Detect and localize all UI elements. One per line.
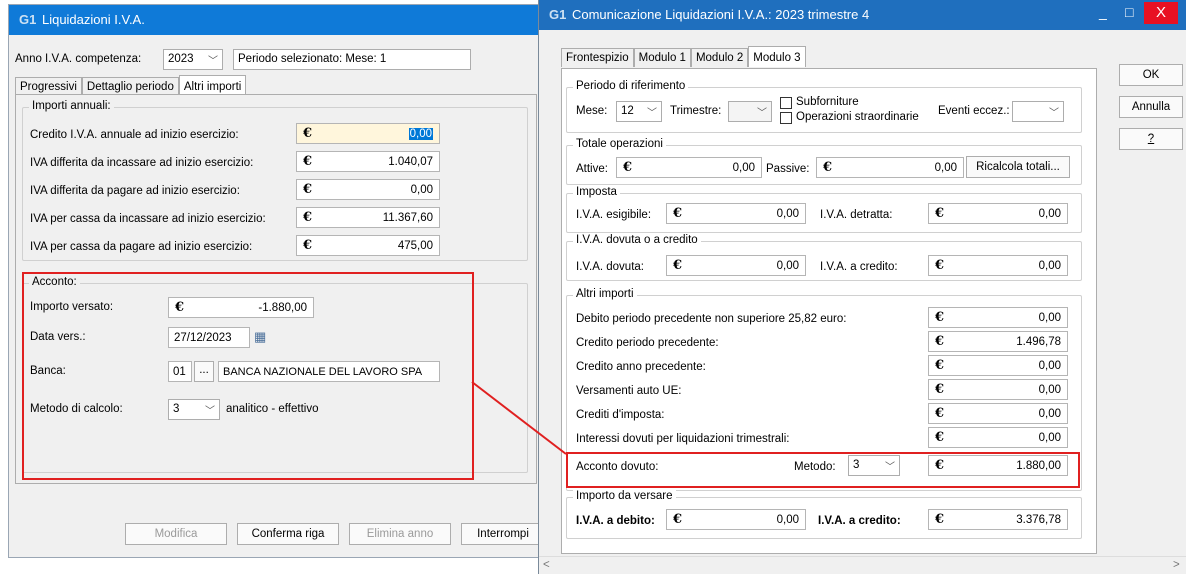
comunicazione-titlebar: G1 Comunicazione Liquidazioni I.V.A.: 20… (539, 0, 1186, 30)
totale-title: Totale operazioni (573, 138, 666, 150)
tab-modulo-3[interactable]: Modulo 3 (748, 46, 806, 67)
credito-periodo-precedente-field[interactable]: €1.496,78 (928, 331, 1068, 352)
interrompi-button[interactable]: Interrompi (461, 523, 545, 545)
anno-label: Anno I.V.A. competenza: (15, 53, 142, 65)
dovuta-title: I.V.A. dovuta o a credito (573, 234, 701, 246)
ricalcola-totali-button[interactable]: Ricalcola totali... (966, 156, 1070, 178)
iva-differita-incassare-field[interactable]: €1.040,07 (296, 151, 440, 172)
conferma-riga-button[interactable]: Conferma riga (237, 523, 339, 545)
altri-row-label: Interessi dovuti per liquidazioni trimes… (576, 433, 790, 445)
tab-altri-importi[interactable]: Altri importi (178, 75, 247, 96)
eventi-label: Eventi eccez.: (938, 105, 1010, 117)
altri-row-label: Credito periodo precedente: (576, 337, 719, 349)
annual-row-label: IVA differita da pagare ad inizio eserci… (30, 185, 240, 197)
mese-label: Mese: (576, 105, 608, 117)
subforniture-checkbox[interactable] (780, 97, 792, 109)
annual-row-label: IVA differita da incassare ad inizio ese… (30, 157, 254, 169)
scroll-left-icon[interactable]: < (543, 559, 550, 571)
altri-importi-title: Altri importi (573, 288, 637, 300)
credito-field[interactable]: €0,00 (928, 255, 1068, 276)
passive-label: Passive: (766, 163, 810, 175)
crediti-imposta-field[interactable]: €0,00 (928, 403, 1068, 424)
mese-select[interactable]: 12 ﹀ (616, 101, 662, 122)
subforniture-label: Subforniture (796, 96, 859, 108)
iva-credito-label: I.V.A. a credito: (818, 515, 901, 527)
anno-select[interactable]: 2023 ﹀ (163, 49, 223, 70)
trimestre-label: Trimestre: (670, 105, 722, 117)
tabs-left: Progressivi Dettaglio periodo Altri impo… (15, 75, 247, 96)
trimestre-select[interactable]: ﹀ (728, 101, 772, 122)
attive-label: Attive: (576, 163, 608, 175)
help-button[interactable]: ? (1119, 128, 1183, 150)
operazioni-straordinarie-label: Operazioni straordinarie (796, 111, 919, 123)
versamenti-auto-ue-field[interactable]: €0,00 (928, 379, 1068, 400)
esigibile-label: I.V.A. esigibile: (576, 209, 652, 221)
maximize-button[interactable]: □ (1125, 4, 1133, 20)
altri-row-label: Crediti d'imposta: (576, 409, 665, 421)
chevron-down-icon: ﹀ (757, 108, 767, 119)
periodo-title: Periodo di riferimento (573, 80, 689, 92)
chevron-down-icon: ﹀ (208, 56, 218, 67)
chevron-down-icon: ﹀ (647, 108, 657, 119)
annual-row-label: IVA per cassa da incassare ad inizio ese… (30, 213, 266, 225)
dovuta-field[interactable]: €0,00 (666, 255, 806, 276)
detratta-field[interactable]: €0,00 (928, 203, 1068, 224)
window-title: Comunicazione Liquidazioni I.V.A.: 2023 … (571, 7, 870, 22)
importi-annuali-title: Importi annuali: (29, 100, 114, 112)
credito-annuale-field[interactable]: €0,00 (296, 123, 440, 144)
debito-precedente-field[interactable]: €0,00 (928, 307, 1068, 328)
iva-credito-field[interactable]: €3.376,78 (928, 509, 1068, 530)
highlight-acconto-left (22, 272, 474, 480)
imposta-title: Imposta (573, 186, 620, 198)
app-logo-icon: G1 (19, 12, 37, 27)
tabs-right: Frontespizio Modulo 1 Modulo 2 Modulo 3 (561, 46, 806, 67)
tab-modulo-2[interactable]: Modulo 2 (690, 48, 749, 67)
horizontal-scrollbar[interactable]: < > (539, 556, 1186, 574)
iva-cassa-pagare-field[interactable]: €475,00 (296, 235, 440, 256)
app-logo-icon: G1 (549, 7, 567, 22)
esigibile-field[interactable]: €0,00 (666, 203, 806, 224)
window-title: Liquidazioni I.V.A. (41, 12, 145, 27)
annulla-button[interactable]: Annulla (1119, 96, 1183, 118)
scroll-right-icon[interactable]: > (1173, 559, 1180, 571)
modifica-button[interactable]: Modifica (125, 523, 227, 545)
versare-title: Importo da versare (573, 490, 676, 502)
tab-frontespizio[interactable]: Frontespizio (561, 48, 634, 67)
elimina-anno-button[interactable]: Elimina anno (349, 523, 451, 545)
altri-row-label: Versamenti auto UE: (576, 385, 682, 397)
interessi-dovuti-field[interactable]: €0,00 (928, 427, 1068, 448)
altri-row-label: Credito anno precedente: (576, 361, 706, 373)
credito-anno-precedente-field[interactable]: €0,00 (928, 355, 1068, 376)
chevron-down-icon: ﹀ (1049, 108, 1059, 119)
highlight-connector (471, 381, 567, 455)
dovuta-label: I.V.A. dovuta: (576, 261, 644, 273)
highlight-acconto-right (566, 452, 1080, 488)
eventi-select[interactable]: ﹀ (1012, 101, 1064, 122)
minimize-button[interactable]: _ (1099, 4, 1107, 20)
altri-row-label: Debito periodo precedente non superiore … (576, 313, 847, 325)
operazioni-straordinarie-checkbox[interactable] (780, 112, 792, 124)
iva-debito-field[interactable]: €0,00 (666, 509, 806, 530)
tab-modulo-1[interactable]: Modulo 1 (633, 48, 691, 67)
periodo-selezionato-field: Periodo selezionato: Mese: 1 (233, 49, 471, 70)
annual-row-label: Credito I.V.A. annuale ad inizio eserciz… (30, 129, 239, 141)
passive-field[interactable]: €0,00 (816, 157, 964, 178)
iva-differita-pagare-field[interactable]: €0,00 (296, 179, 440, 200)
ok-button[interactable]: OK (1119, 64, 1183, 86)
credito-label: I.V.A. a credito: (820, 261, 898, 273)
detratta-label: I.V.A. detratta: (820, 209, 893, 221)
liquidazioni-titlebar: G1 Liquidazioni I.V.A. (9, 5, 543, 35)
close-button[interactable]: X (1144, 2, 1178, 24)
iva-cassa-incassare-field[interactable]: €11.367,60 (296, 207, 440, 228)
attive-field[interactable]: €0,00 (616, 157, 762, 178)
annual-row-label: IVA per cassa da pagare ad inizio eserci… (30, 241, 253, 253)
iva-debito-label: I.V.A. a debito: (576, 515, 655, 527)
